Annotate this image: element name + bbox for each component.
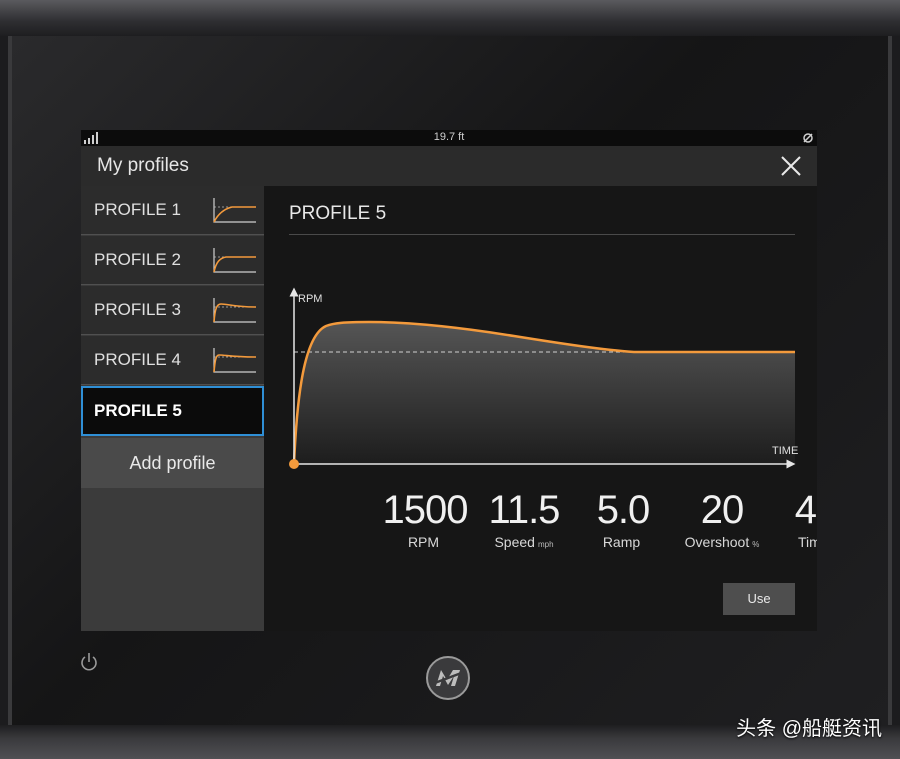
stat-ramp: 5.0 Ramp	[568, 486, 678, 550]
close-icon	[781, 156, 801, 176]
stat-label: Speed	[494, 534, 535, 550]
profile-item-2[interactable]: PROFILE 2	[81, 236, 264, 285]
depth-readout: 19.7 ft	[433, 131, 465, 143]
stat-unit: %	[752, 540, 760, 549]
stat-unit: mph	[537, 540, 554, 549]
profile-detail-title: PROFILE 5	[289, 203, 387, 224]
profile-item-label: PROFILE 2	[94, 250, 181, 269]
stat-value: 4.0	[794, 488, 817, 532]
profile-stats: 1500 RPM 11.5 Speed mph 5.0 Ramp 20 Overs…	[264, 486, 818, 566]
stat-value: 11.5	[488, 488, 561, 532]
stat-label: Ramp	[602, 534, 641, 550]
display-screen: 19.7 ft My profiles PROFILE 1 PROFILE 2	[81, 130, 817, 631]
profile-detail-panel: PROFILE 5 RPM TIME 1500 RPM 11.5 Speed m…	[264, 186, 817, 631]
watermark: 头条 @船艇资讯	[736, 718, 882, 740]
profile-item-4[interactable]: PROFILE 4	[81, 336, 264, 385]
profile-item-label: PROFILE 1	[94, 200, 181, 219]
profile-item-label: PROFILE 4	[94, 350, 181, 369]
x-axis-label: TIME	[772, 445, 798, 457]
use-button[interactable]: Use	[723, 583, 795, 615]
device-bezel-top	[0, 0, 900, 36]
title-bar: My profiles	[81, 146, 817, 186]
stat-label: Overshoot	[684, 534, 750, 550]
stat-value: 20	[700, 488, 745, 532]
power-icon[interactable]	[80, 652, 98, 672]
profile-list: PROFILE 1 PROFILE 2 PROFILE 3 PROFILE 4 …	[81, 186, 264, 631]
stat-speed: 11.5 Speed mph	[469, 486, 579, 550]
status-bar: 19.7 ft	[81, 130, 817, 146]
stat-label: RPM	[407, 534, 440, 550]
profile-item-5[interactable]: PROFILE 5	[81, 386, 264, 436]
profile-curve-thumbnail-icon	[213, 198, 256, 223]
stat-overshoot: 20 Overshoot%	[667, 486, 777, 550]
stat-value: 1500	[382, 488, 469, 532]
rpm-profile-chart: RPM TIME	[289, 287, 798, 469]
gps-satellite-icon	[803, 133, 813, 143]
stat-time: 4.0 Timesec	[766, 486, 817, 550]
stat-value: 5.0	[596, 488, 651, 532]
brand-logo-icon	[426, 656, 470, 700]
profile-item-label: PROFILE 5	[94, 401, 182, 420]
close-button[interactable]	[779, 154, 803, 178]
profile-curve-thumbnail-icon	[213, 348, 257, 373]
profile-item-3[interactable]: PROFILE 3	[81, 286, 264, 335]
stat-label: Time	[797, 534, 817, 550]
stat-rpm: 1500 RPM	[370, 486, 480, 550]
profile-curve-thumbnail-icon	[213, 298, 257, 323]
add-profile-button[interactable]: Add profile	[81, 438, 264, 488]
profile-item-1[interactable]: PROFILE 1	[81, 186, 264, 235]
profile-item-label: PROFILE 3	[94, 300, 181, 319]
curve-fill	[294, 322, 795, 464]
profile-curve-thumbnail-icon	[213, 248, 256, 273]
page-title: My profiles	[97, 155, 189, 176]
y-axis-label: RPM	[298, 293, 322, 305]
curve-start-point	[289, 459, 299, 469]
divider	[289, 234, 795, 235]
